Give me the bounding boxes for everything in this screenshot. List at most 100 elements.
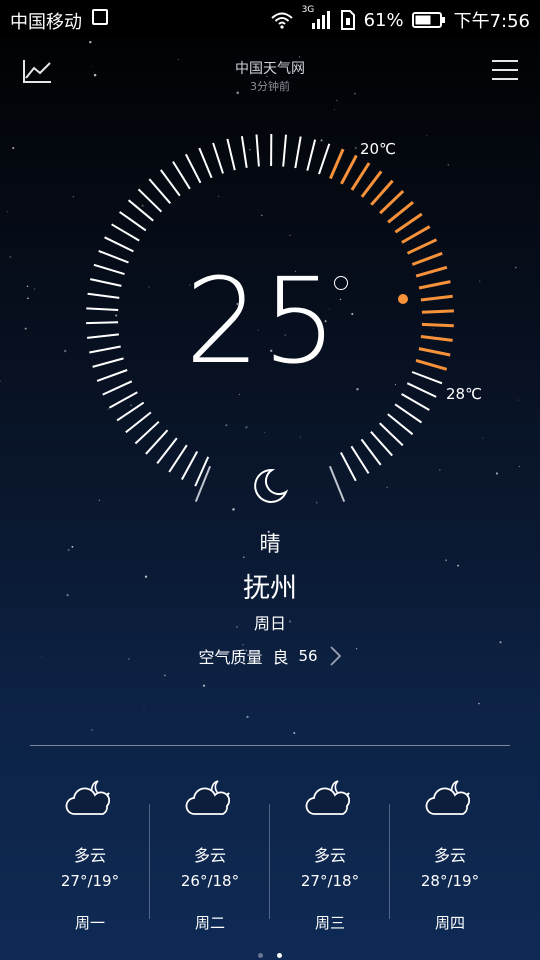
- dial-tick: [406, 382, 437, 398]
- dial-tick: [87, 292, 120, 299]
- dial-tick: [108, 391, 138, 409]
- dial-tick: [159, 169, 181, 197]
- dial-tick: [125, 411, 152, 434]
- moon-icon: [254, 468, 289, 503]
- dial-tick: [306, 139, 317, 171]
- dial-tick: [370, 431, 393, 457]
- forecast-condition: 多云: [193, 846, 226, 865]
- forecast-condition: 多云: [313, 846, 346, 865]
- cloud-moon-icon: [65, 780, 110, 815]
- forecast-temps: 27°/19°: [60, 872, 120, 890]
- forecast-item[interactable]: 多云 27°/19° 周一: [30, 770, 150, 940]
- star: [91, 729, 93, 731]
- dial-tick: [198, 147, 213, 179]
- dial-tick: [411, 371, 443, 385]
- dial-tick: [127, 199, 154, 222]
- dial-tick: [119, 211, 147, 232]
- dial-tick-range: [411, 251, 443, 266]
- dial-tick-range: [350, 162, 371, 191]
- dial-tick-range: [394, 212, 423, 234]
- dial-tick-range: [406, 238, 438, 255]
- dial-tick-range: [415, 265, 448, 278]
- dial-tick: [134, 420, 160, 445]
- dial-tick-range: [360, 170, 383, 198]
- air-quality-row[interactable]: 空气质量 良 56: [0, 644, 540, 668]
- dial-tick: [181, 451, 199, 480]
- dial-tick: [185, 153, 202, 184]
- dial-tick: [86, 321, 119, 325]
- dial-tick-range: [387, 201, 414, 224]
- dial-tick-range: [421, 309, 454, 314]
- star: [246, 715, 249, 719]
- dial-tick: [240, 136, 248, 168]
- page-indicator: [0, 943, 540, 960]
- star: [163, 674, 166, 677]
- cloud-moon-icon: [185, 780, 230, 815]
- dial-tick: [226, 138, 236, 171]
- dial-tick-range: [415, 358, 448, 371]
- cloud-moon-icon: [305, 780, 350, 815]
- chevron-right-icon: [329, 646, 341, 666]
- dial-tick: [86, 333, 120, 339]
- dial-tick-range: [370, 179, 394, 206]
- dial-tick: [102, 380, 133, 396]
- forecast-temps: 27°/18°: [300, 872, 360, 890]
- dial-tick: [194, 456, 210, 487]
- dial-tick: [93, 263, 125, 276]
- forecast-day: 周一: [74, 914, 105, 932]
- weekday: 周日: [253, 614, 286, 633]
- aqi-label: 空气质量: [198, 648, 263, 667]
- dial-tick: [137, 188, 163, 213]
- forecast-item[interactable]: 多云 26°/18° 周二: [150, 770, 270, 940]
- current-temp-marker: [398, 294, 408, 304]
- forecast-day: 周二: [194, 914, 225, 932]
- page-dot[interactable]: [258, 953, 264, 958]
- star: [478, 702, 480, 705]
- divider: [30, 745, 510, 746]
- dial-tick: [156, 437, 178, 465]
- dial-tick: [379, 422, 404, 447]
- dial-tick: [111, 223, 140, 242]
- cloud-moon-icon: [425, 780, 470, 815]
- dial-tick-range: [420, 294, 453, 302]
- dial-tick: [145, 429, 169, 455]
- dial-tick: [212, 142, 224, 174]
- dial-end-tick: [194, 465, 212, 502]
- dial-tick: [168, 444, 188, 473]
- star: [202, 684, 206, 687]
- dial-end-tick: [328, 465, 346, 502]
- forecast-item[interactable]: 多云 27°/18° 周三: [270, 770, 390, 940]
- forecast-item[interactable]: 多云 28°/19° 周四: [390, 770, 510, 940]
- dial-tick: [394, 403, 423, 424]
- aqi-value: 56: [298, 647, 318, 665]
- city-name[interactable]: 抚州: [0, 566, 540, 605]
- dial-tick: [96, 369, 128, 382]
- dial-tick: [282, 134, 287, 167]
- dial-tick: [89, 278, 122, 287]
- high-temp-label: 28℃: [446, 385, 482, 403]
- current-temperature: 25: [185, 252, 340, 390]
- dial-tick-range: [418, 347, 451, 357]
- dial-tick-range: [420, 335, 453, 342]
- aqi-level: 良: [272, 648, 289, 667]
- dial-tick: [92, 357, 124, 368]
- dial-tick: [104, 236, 134, 253]
- dial-tick: [98, 249, 129, 264]
- forecast-day: 周三: [314, 914, 345, 932]
- dial-tick-range: [418, 280, 451, 290]
- dial-tick-range: [401, 225, 431, 244]
- dial-tick: [318, 143, 331, 175]
- dial-tick: [255, 134, 260, 167]
- dial-tick: [116, 401, 145, 422]
- dial-tick: [148, 178, 172, 204]
- dial-tick: [360, 438, 382, 466]
- dial-tick: [387, 413, 414, 436]
- dial-tick: [350, 445, 370, 474]
- dial-tick-range: [329, 148, 345, 180]
- forecast-list: 多云 27°/19° 周一 多云 26°/18° 周二 多云 27°/18° 周…: [30, 770, 510, 940]
- dial-tick: [86, 307, 119, 311]
- dial-tick: [401, 393, 430, 411]
- dial-tick-range: [379, 190, 405, 215]
- page-dot-active[interactable]: [276, 953, 282, 958]
- dial-tick: [340, 452, 357, 482]
